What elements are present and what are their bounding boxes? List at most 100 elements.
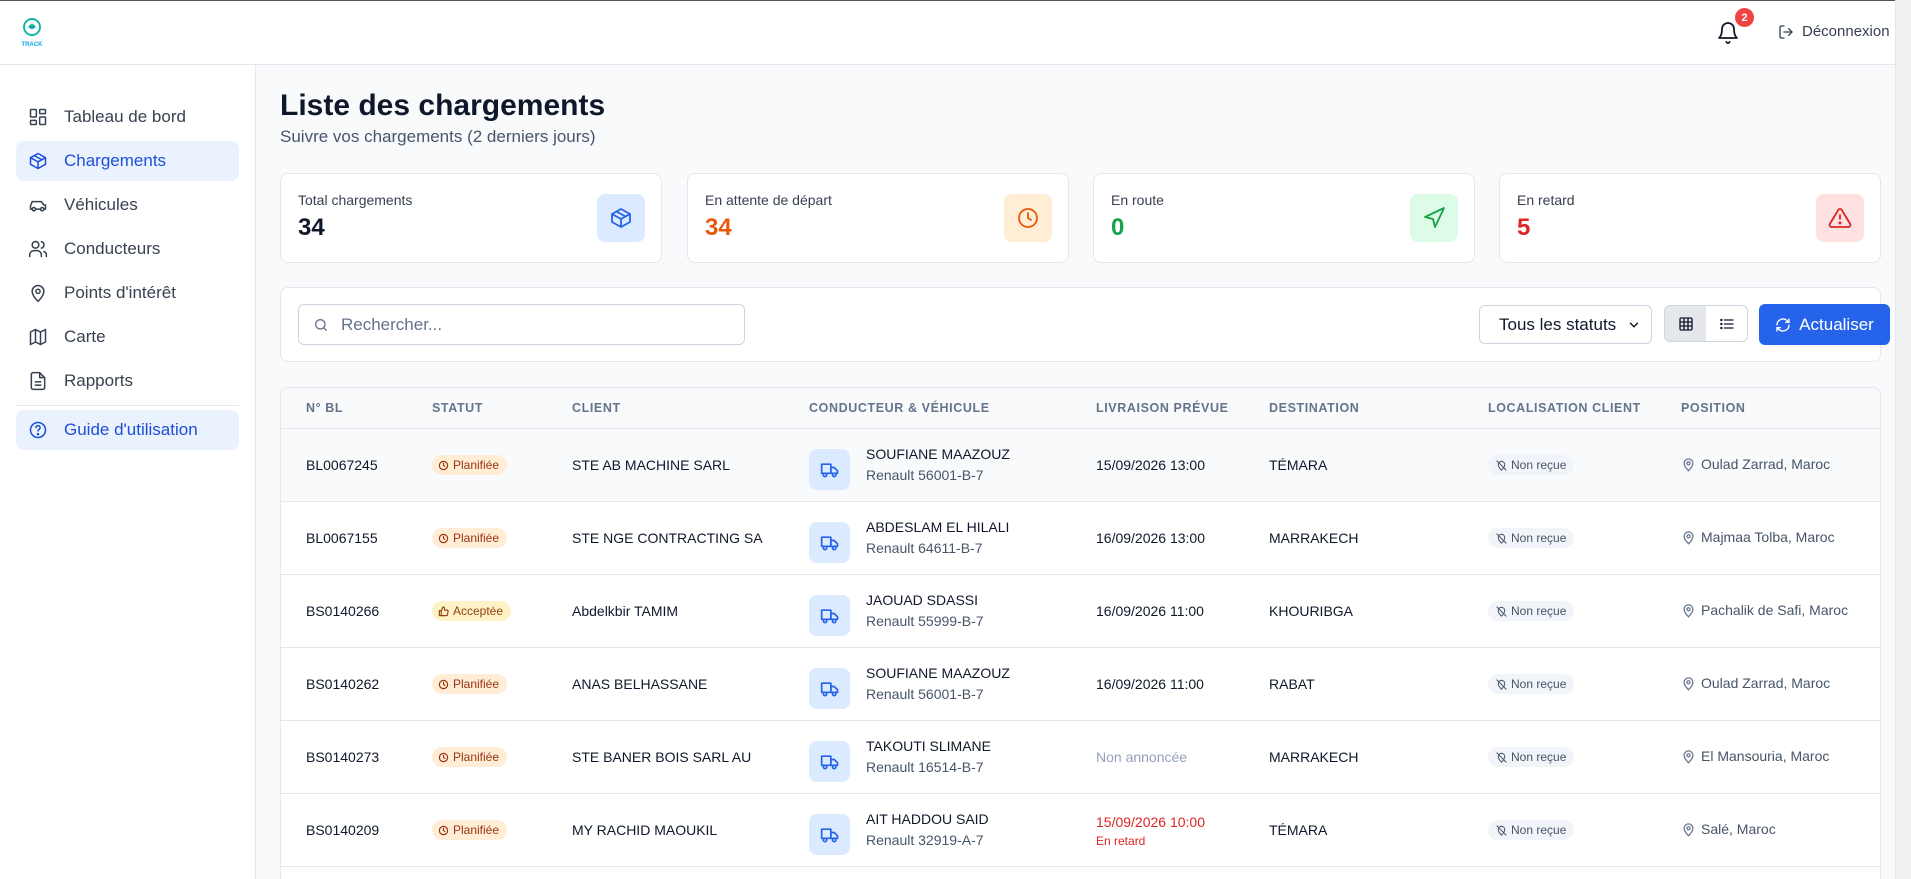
truck-icon-box	[809, 449, 850, 490]
sidebar-item-chargements[interactable]: Chargements	[16, 141, 239, 181]
status-label: Planifiée	[453, 458, 500, 472]
sidebar-item-dashboard[interactable]: Tableau de bord	[16, 97, 239, 137]
status-badge: Acceptée	[432, 601, 512, 621]
vehicle-plate: Renault 56001-B-7	[866, 467, 984, 483]
sidebar-item-vehicules[interactable]: Véhicules	[16, 185, 239, 225]
position-label: El Mansouria, Maroc	[1701, 748, 1830, 764]
map-pin-icon	[1683, 603, 1694, 618]
client-name: STE AB MACHINE SARL	[572, 457, 730, 473]
destination: MARRAKECH	[1269, 749, 1359, 765]
view-toggle	[1664, 305, 1748, 342]
clock-icon	[438, 460, 449, 470]
destination: TÉMARA	[1269, 457, 1328, 473]
truck-icon	[820, 681, 838, 696]
driver-name: JAOUAD SDASSI	[866, 592, 979, 608]
refresh-button[interactable]: Actualiser	[1759, 304, 1890, 345]
sidebar-item-label: Rapports	[64, 371, 133, 390]
vehicle-plate: Renault 56001-B-7	[866, 686, 984, 702]
status-badge: Planifiée	[432, 674, 508, 694]
sidebar-item-points-interet[interactable]: Points d'intérêt	[16, 273, 239, 313]
search-box[interactable]	[298, 304, 745, 345]
planned-delivery: 16/09/2026 11:00	[1096, 603, 1204, 619]
table-row[interactable]: BS0140209 Planifiée MY RACHID MAOUKIL AI…	[281, 794, 1880, 867]
top-bar: TRACK 2 Déconnexion	[0, 0, 1895, 65]
driver-name: AIT HADDOU SAID	[866, 811, 989, 827]
notifications-button[interactable]	[1716, 21, 1740, 45]
sidebar-item-label: Chargements	[64, 151, 167, 170]
truck-icon	[820, 827, 838, 842]
search-input[interactable]	[341, 314, 721, 335]
scrollbar[interactable]	[1895, 0, 1911, 879]
client-name: STE BANER BOIS SARL AU	[572, 749, 752, 765]
table-row[interactable]: BS0140266 Acceptée Abdelkbir TAMIM JAOUA…	[281, 575, 1880, 648]
client-location-badge: Non reçue	[1488, 674, 1575, 694]
stat-icon-box	[1410, 194, 1458, 242]
table-row[interactable]: BL0067245 Planifiée STE AB MACHINE SARL …	[281, 429, 1880, 502]
truck-icon-box	[809, 668, 850, 709]
late-indicator: En retard	[1096, 834, 1146, 848]
logout-button[interactable]: Déconnexion	[1778, 23, 1890, 40]
map-pin-off-icon	[1496, 824, 1507, 836]
driver-name: TAKOUTI SLIMANE	[866, 738, 991, 754]
bl-number: BS0140262	[306, 676, 380, 692]
planned-delivery: Non annoncée	[1096, 749, 1188, 765]
vehicle-position: Oulad Zarrad, Maroc	[1681, 675, 1830, 691]
list-view-button[interactable]	[1706, 306, 1747, 341]
stat-value: 34	[298, 214, 325, 241]
vehicle-position: Majmaa Tolba, Maroc	[1681, 529, 1835, 545]
column-header: N° BL	[306, 401, 344, 415]
status-label: Planifiée	[453, 677, 500, 691]
map-pin-off-icon	[1496, 459, 1507, 471]
stat-card-en-route: En route 0	[1093, 173, 1475, 263]
logo-text: TRACK	[22, 42, 44, 48]
grid-view-button[interactable]	[1665, 306, 1706, 341]
truck-icon-box	[809, 595, 850, 636]
app-logo[interactable]: TRACK	[20, 17, 44, 51]
status-badge: Planifiée	[432, 820, 508, 840]
table-row[interactable]: BS0140273 Planifiée STE BANER BOIS SARL …	[281, 721, 1880, 794]
alert-triangle-icon	[1828, 208, 1852, 228]
sidebar-item-label: Carte	[64, 327, 106, 346]
bl-number: BS0140209	[306, 822, 380, 838]
sidebar-item-conducteurs[interactable]: Conducteurs	[16, 229, 239, 269]
chevron-down-icon	[1629, 322, 1639, 327]
bl-number: BS0140266	[306, 603, 380, 619]
stat-label: En attente de départ	[705, 192, 832, 208]
stat-value: 34	[705, 214, 732, 241]
client-location-label: Non reçue	[1511, 604, 1567, 618]
stat-icon-box	[597, 194, 645, 242]
package-icon	[611, 208, 631, 228]
dashboard-icon	[29, 108, 47, 126]
truck-icon-box	[809, 741, 850, 782]
truck-icon	[820, 754, 838, 769]
map-pin-icon	[1683, 749, 1694, 764]
status-badge: Planifiée	[432, 747, 508, 767]
stat-icon-box	[1004, 194, 1052, 242]
status-filter-select[interactable]: Tous les statuts	[1479, 305, 1652, 344]
driver-name: SOUFIANE MAAZOUZ	[866, 446, 1010, 462]
client-name: MY RACHID MAOUKIL	[572, 822, 718, 838]
sidebar-item-guide[interactable]: Guide d'utilisation	[16, 410, 239, 450]
page-title: Liste des chargements	[280, 89, 606, 122]
status-label: Planifiée	[453, 823, 500, 837]
clock-icon	[1018, 208, 1038, 228]
client-location-label: Non reçue	[1511, 677, 1567, 691]
status-badge: Planifiée	[432, 528, 508, 548]
map-pin-icon	[1683, 530, 1694, 545]
column-header: CONDUCTEUR & VÉHICULE	[809, 401, 990, 415]
destination: RABAT	[1269, 676, 1315, 692]
vehicle-plate: Renault 64611-B-7	[866, 540, 983, 556]
package-icon	[29, 152, 47, 170]
map-icon	[29, 328, 47, 346]
sidebar-item-rapports[interactable]: Rapports	[16, 361, 239, 401]
sidebar-item-carte[interactable]: Carte	[16, 317, 239, 357]
truck-icon-box	[809, 522, 850, 563]
table-row[interactable]: BS0140262 Planifiée ANAS BELHASSANE SOUF…	[281, 648, 1880, 721]
table-row[interactable]: BL0067155 Planifiée STE NGE CONTRACTING …	[281, 502, 1880, 575]
sidebar: Tableau de bord Chargements Véhicules Co…	[0, 65, 256, 879]
planned-delivery: 15/09/2026 10:00	[1096, 814, 1205, 830]
clock-icon	[438, 533, 449, 543]
stat-card-total: Total chargements 34	[280, 173, 662, 263]
client-location-badge: Non reçue	[1488, 455, 1575, 475]
shipments-table: N° BL STATUT CLIENT CONDUCTEUR & VÉHICUL…	[280, 387, 1881, 879]
